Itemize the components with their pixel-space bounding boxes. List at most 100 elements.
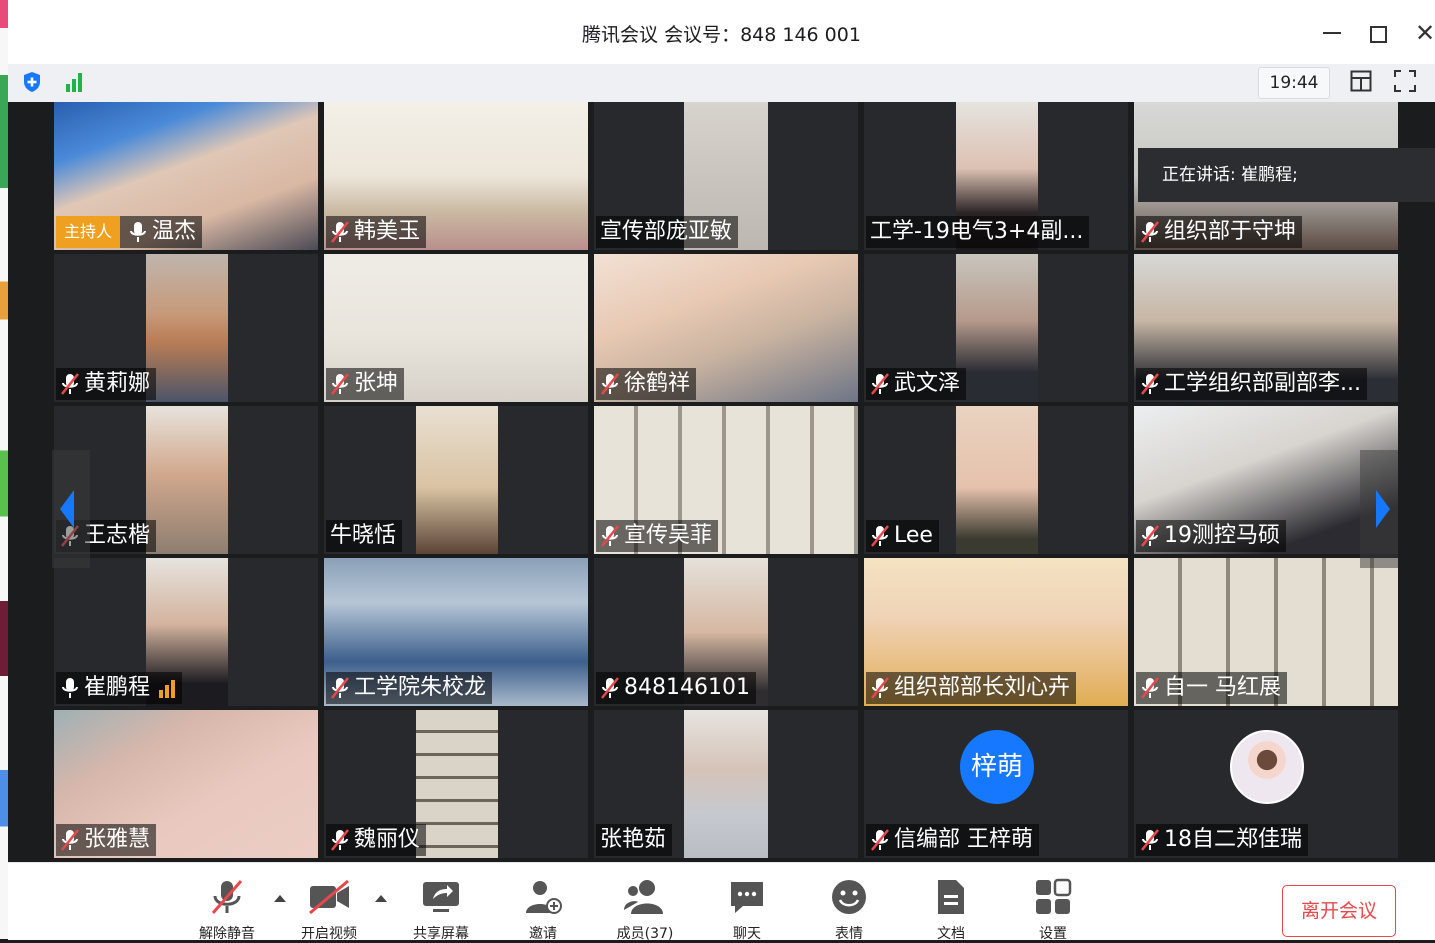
video-feed — [956, 254, 1038, 402]
name-label: 张坤 — [326, 368, 405, 400]
mic-on-icon — [130, 222, 147, 242]
participant-tile[interactable]: 18自二郑佳瑞 — [1134, 710, 1398, 858]
participant-tile[interactable]: 韩美玉 — [324, 102, 588, 250]
host-badge: 主持人 — [56, 216, 121, 248]
minimize-button[interactable] — [1318, 18, 1348, 48]
participant-name: 18自二郑佳瑞 — [1164, 827, 1302, 852]
participant-tile[interactable]: 19测控马硕 — [1134, 406, 1398, 554]
participant-name: 工学组织部副部李... — [1164, 371, 1361, 396]
invite-button[interactable]: 邀请 — [500, 877, 586, 942]
participant-tile[interactable]: 梓萌 信编部 王梓萌 — [864, 710, 1128, 858]
unmute-button[interactable]: 解除静音 — [184, 877, 270, 942]
chat-button[interactable]: 聊天 — [704, 877, 790, 942]
participant-name: 崔鹏程 — [84, 675, 151, 700]
invite-label: 邀请 — [529, 926, 557, 942]
participant-tile[interactable]: 张坤 — [324, 254, 588, 402]
video-feed — [146, 254, 228, 402]
participant-tile[interactable]: 武文泽 — [864, 254, 1128, 402]
video-feed — [416, 406, 498, 554]
name-label: 848146101 — [596, 672, 756, 704]
close-button[interactable]: ✕ — [1410, 18, 1435, 48]
name-label: 工学组织部副部李... — [1136, 368, 1367, 400]
name-label: 黄莉娜 — [56, 368, 157, 400]
desktop-edge — [0, 0, 8, 939]
name-label: Lee — [866, 520, 939, 552]
participant-tile[interactable]: 工学院朱校龙 — [324, 558, 588, 706]
participant-tile[interactable]: 工学-19电气3+4副... — [864, 102, 1128, 250]
name-label: 张艳茹 — [596, 824, 673, 856]
camera-off-icon — [309, 879, 349, 915]
participant-tile[interactable]: 宣传部庞亚敏 — [594, 102, 858, 250]
settings-button[interactable]: 设置 — [1010, 877, 1096, 942]
mic-muted-icon — [1141, 829, 1159, 851]
chevron-right-icon — [1376, 490, 1390, 528]
video-feed — [684, 710, 768, 858]
name-label: 18自二郑佳瑞 — [1136, 824, 1308, 856]
video-feed — [146, 406, 228, 554]
unmute-label: 解除静音 — [199, 926, 255, 942]
document-icon — [938, 880, 964, 914]
participant-name: 徐鹤祥 — [624, 371, 691, 396]
docs-button[interactable]: 文档 — [908, 877, 994, 942]
mic-muted-icon — [601, 373, 619, 395]
mic-muted-icon — [871, 677, 889, 699]
participant-name: 组织部部长刘心卉 — [894, 675, 1071, 700]
meeting-info-bar: 19:44 — [8, 64, 1435, 102]
layout-icon[interactable] — [1350, 70, 1372, 92]
participant-name: 信编部 王梓萌 — [894, 827, 1033, 852]
mic-muted-icon — [331, 829, 349, 851]
name-label: 宣传吴菲 — [596, 520, 719, 552]
leave-meeting-button[interactable]: 离开会议 — [1282, 885, 1396, 937]
participant-name: 19测控马硕 — [1164, 523, 1280, 548]
next-page-button[interactable] — [1360, 450, 1398, 568]
participant-name: 黄莉娜 — [84, 371, 151, 396]
name-label: 组织部部长刘心卉 — [866, 672, 1077, 704]
prev-page-button[interactable] — [52, 450, 90, 568]
network-signal-icon[interactable] — [64, 70, 86, 94]
video-feed — [416, 710, 498, 858]
start-video-button[interactable]: 开启视频 — [286, 877, 372, 942]
participant-tile[interactable]: 工学组织部副部李... — [1134, 254, 1398, 402]
share-screen-button[interactable]: 共享屏幕 — [398, 877, 484, 942]
fullscreen-icon[interactable] — [1394, 70, 1416, 92]
participant-name: 宣传部庞亚敏 — [600, 219, 733, 244]
participant-name: 自一 马红展 — [1164, 675, 1281, 700]
maximize-button[interactable] — [1364, 18, 1394, 48]
chat-label: 聊天 — [733, 926, 761, 942]
participant-tile[interactable]: Lee — [864, 406, 1128, 554]
participant-name: 武文泽 — [894, 371, 961, 396]
chevron-left-icon — [60, 490, 74, 528]
participant-tile[interactable]: 848146101 — [594, 558, 858, 706]
name-label: 主持人 温杰 — [56, 216, 203, 248]
participant-name: 韩美玉 — [354, 219, 421, 244]
mic-muted-icon — [331, 677, 349, 699]
speaking-volume-icon — [159, 680, 176, 698]
participant-name: 张雅慧 — [84, 827, 151, 852]
participant-tile[interactable]: 魏丽仪 — [324, 710, 588, 858]
security-shield-icon[interactable] — [22, 71, 42, 93]
participant-tile[interactable]: 主持人 温杰 — [54, 102, 318, 250]
participant-name: 王志楷 — [84, 523, 151, 548]
participant-tile[interactable]: 张雅慧 — [54, 710, 318, 858]
participant-tile[interactable]: 牛晓恬 — [324, 406, 588, 554]
emoji-button[interactable]: 表情 — [806, 877, 892, 942]
audio-options-caret[interactable] — [274, 895, 286, 902]
participant-tile[interactable]: 徐鹤祥 — [594, 254, 858, 402]
participant-tile[interactable]: 组织部部长刘心卉 — [864, 558, 1128, 706]
mic-muted-icon — [601, 525, 619, 547]
participant-name: 牛晓恬 — [330, 523, 397, 548]
mic-muted-icon — [1141, 677, 1159, 699]
title-bar: 腾讯会议 会议号：848 146 001 ✕ — [8, 0, 1435, 64]
participant-tile[interactable]: 自一 马红展 — [1134, 558, 1398, 706]
participant-tile[interactable]: 张艳茹 — [594, 710, 858, 858]
participant-tile[interactable]: 宣传吴菲 — [594, 406, 858, 554]
participant-tile[interactable]: 王志楷 — [54, 406, 318, 554]
participant-name: 张艳茹 — [600, 827, 667, 852]
settings-label: 设置 — [1039, 926, 1067, 942]
participant-tile[interactable]: 黄莉娜 — [54, 254, 318, 402]
video-options-caret[interactable] — [375, 895, 387, 902]
mic-muted-icon — [1141, 221, 1159, 243]
participant-tile[interactable]: 崔鹏程 — [54, 558, 318, 706]
members-button[interactable]: 成员(37) — [602, 877, 688, 942]
avatar — [1230, 730, 1304, 804]
